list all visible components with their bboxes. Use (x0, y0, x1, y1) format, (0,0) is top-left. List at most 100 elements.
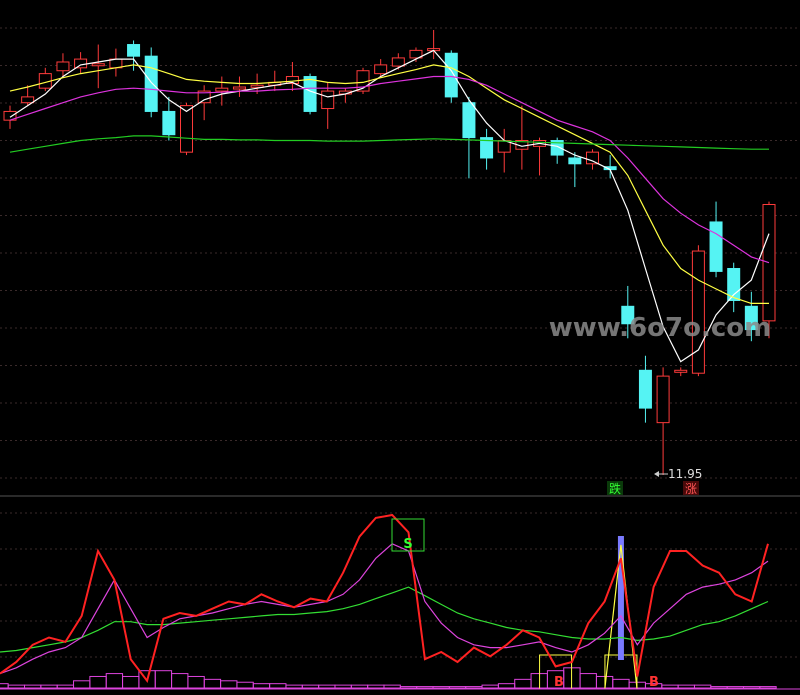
osc-histogram-bar (481, 684, 499, 689)
candle (550, 137, 564, 164)
buy-signal-1: B (554, 675, 564, 690)
osc-histogram-bar (432, 686, 450, 689)
osc-histogram-bar (710, 686, 728, 689)
candle-body (585, 151, 599, 165)
watermark-text: www.6o7o.com (549, 313, 771, 343)
osc-histogram-bar (350, 684, 369, 689)
osc-histogram-bar (726, 686, 744, 689)
osc-histogram-bar (122, 675, 140, 689)
osc-histogram-bar (448, 686, 467, 689)
buy-signal-2: B (649, 675, 659, 690)
candle (674, 367, 688, 377)
osc-histogram-bar (579, 673, 597, 689)
candle (285, 61, 299, 92)
osc-histogram-bar (693, 684, 712, 689)
candle (709, 201, 723, 278)
rise-mark-label: 涨 (685, 481, 697, 496)
candle (268, 70, 282, 92)
candle-body (180, 105, 194, 153)
osc-histogram-bar (514, 678, 532, 689)
osc-histogram-bar (399, 686, 418, 689)
candle-body (74, 58, 88, 69)
osc-histogram-bar (677, 684, 695, 689)
osc-histogram-bar (236, 681, 254, 689)
osc-histogram-bar (661, 684, 679, 689)
candle-body (656, 375, 670, 424)
candle-body (674, 369, 688, 373)
osc-histogram-bar (416, 686, 434, 689)
osc-histogram-bar (0, 683, 9, 689)
candle (568, 152, 582, 188)
candle (109, 48, 123, 77)
candle-body (321, 90, 335, 110)
osc-histogram-bar (465, 686, 483, 689)
osc-histogram-bar (40, 684, 58, 689)
osc-line (0, 543, 769, 675)
candle (497, 128, 511, 173)
osc-line (0, 513, 769, 684)
buy-signal-2-label: B (649, 675, 659, 690)
oscillator-panel (0, 512, 800, 690)
buy-signal-box (604, 654, 638, 690)
osc-histogram-bar (759, 686, 777, 689)
candle (727, 262, 741, 313)
low-price-arrow-head (654, 471, 659, 477)
candle (74, 52, 88, 74)
candle (215, 76, 229, 106)
osc-histogram-bar (612, 678, 630, 689)
candle-body (162, 110, 176, 136)
candle-body (462, 102, 476, 139)
osc-histogram-bar (742, 686, 761, 689)
candle-body (21, 96, 35, 104)
osc-histogram-bar (252, 683, 271, 689)
candle (232, 76, 246, 97)
candle (338, 88, 352, 103)
candle-body (144, 55, 158, 112)
low-price-label: 11.95 (668, 467, 702, 481)
osc-histogram-bar (56, 684, 75, 689)
osc-histogram-bar (171, 673, 189, 689)
price-grid (0, 27, 800, 479)
candle (656, 367, 670, 475)
candle-body (374, 64, 388, 75)
candle (691, 245, 705, 377)
chart-canvas: www.6o7o.com 11.95 跌 涨 S B B (0, 27, 800, 690)
fall-mark: 跌 (607, 481, 623, 496)
candle (162, 96, 176, 141)
buy-signal-1-label: B (554, 675, 564, 690)
candle (409, 47, 423, 62)
osc-histogram-bar (89, 675, 107, 689)
candle-body (638, 369, 652, 409)
osc-histogram-bar (105, 673, 124, 689)
osc-histogram-bar (220, 680, 238, 689)
candle (480, 128, 494, 170)
candle (462, 96, 476, 179)
low-price-annotation: 11.95 (654, 467, 702, 481)
candle (38, 67, 52, 92)
ma-line (9, 75, 770, 264)
candle-body (303, 76, 317, 112)
osc-histogram-bar (497, 683, 516, 689)
ma-line (9, 64, 769, 304)
candle-body (568, 157, 582, 165)
candle (391, 53, 405, 70)
osc-histogram-bar (334, 684, 352, 689)
candle-body (709, 221, 723, 272)
rise-mark: 涨 (683, 481, 699, 496)
candle (180, 102, 194, 156)
candle-body (127, 44, 141, 57)
osc-histogram-bar (203, 678, 222, 689)
candle (91, 44, 105, 89)
osc-histogram-bar (24, 684, 42, 689)
candle (321, 82, 335, 129)
ma-line (9, 135, 769, 153)
osc-histogram-bar (367, 684, 385, 689)
candle-body (444, 52, 458, 98)
candlestick-series (3, 30, 776, 475)
candle-body (91, 63, 105, 67)
sell-signal-label: S (403, 537, 412, 552)
candle-body (215, 87, 229, 92)
candle-body (391, 57, 405, 67)
osc-histogram-bar (154, 670, 173, 689)
candle (515, 105, 529, 170)
